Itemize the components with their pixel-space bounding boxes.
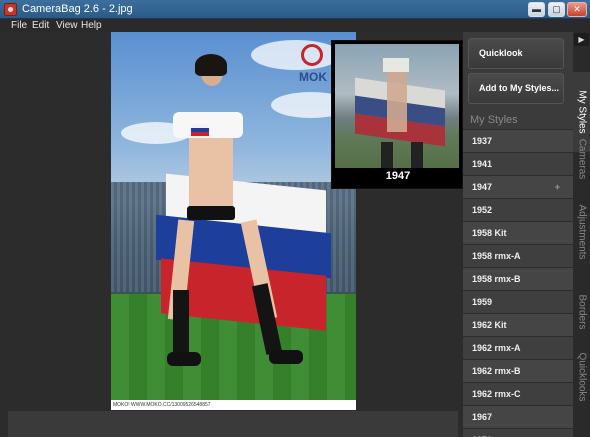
add-to-my-styles-button[interactable]: Add to My Styles...	[468, 73, 564, 104]
preview-thumbnail	[335, 44, 459, 168]
style-item-label: 1962 rmx-B	[472, 366, 521, 376]
tab-adjustments[interactable]: Adjustments	[573, 197, 590, 267]
style-item[interactable]: 1937	[463, 129, 573, 152]
style-item-label: 1962 rmx-A	[472, 343, 521, 353]
menu-view[interactable]: View	[56, 20, 78, 31]
quicklook-button[interactable]: Quicklook	[468, 38, 564, 69]
style-item[interactable]: 1958 Kit	[463, 221, 573, 244]
style-preview: 1947	[331, 40, 463, 189]
add-style-icon[interactable]: +	[555, 176, 560, 198]
title-bar: CameraBag 2.6 - 2.jpg ▬ ▢ ✕	[0, 0, 590, 19]
style-item[interactable]: 1959	[463, 290, 573, 313]
my-styles-heading: My Styles	[470, 114, 518, 126]
tab-borders[interactable]: Borders	[573, 282, 590, 342]
style-item[interactable]: 1947 +	[463, 175, 573, 198]
style-item-label: 1958 rmx-A	[472, 251, 521, 261]
main-photo[interactable]: MOK	[111, 32, 356, 410]
style-item[interactable]: 1962 Kit	[463, 313, 573, 336]
menu-file[interactable]: File	[11, 20, 27, 31]
style-item[interactable]: 1970	[463, 428, 573, 437]
styles-panel: Quicklook Add to My Styles... My Styles …	[463, 32, 573, 437]
maximize-button[interactable]: ▢	[548, 2, 565, 17]
side-tab-strip: ▶ My Styles Cameras Adjustments Borders …	[573, 32, 590, 437]
tab-cameras[interactable]: Cameras	[573, 134, 590, 184]
style-item-label: 1959	[472, 297, 493, 307]
style-item[interactable]: 1952	[463, 198, 573, 221]
style-item[interactable]: 1962 rmx-B	[463, 359, 573, 382]
menu-help[interactable]: Help	[81, 20, 102, 31]
menu-edit[interactable]: Edit	[32, 20, 49, 31]
style-item-label: 1958 Kit	[472, 228, 507, 238]
minimize-button[interactable]: ▬	[528, 2, 545, 17]
collapse-arrow-icon[interactable]: ▶	[574, 33, 589, 46]
style-item[interactable]: 1962 rmx-A	[463, 336, 573, 359]
style-item[interactable]: 1962 rmx-C	[463, 382, 573, 405]
style-item-label: 1962 Kit	[472, 320, 507, 330]
menu-bar: File Edit View Help	[0, 19, 590, 32]
style-item[interactable]: 1958 rmx-B	[463, 267, 573, 290]
preview-label: 1947	[385, 170, 411, 182]
style-item-label: 1952	[472, 205, 493, 215]
photo-watermark: MOK	[299, 70, 327, 84]
close-button[interactable]: ✕	[567, 2, 587, 17]
camerabag-app-icon	[4, 3, 17, 16]
bottom-toolbar	[8, 411, 458, 437]
style-item[interactable]: 1941	[463, 152, 573, 175]
window-title: CameraBag 2.6 - 2.jpg	[22, 3, 133, 15]
style-list: 1937 1941 1947 + 1952 1958 Kit 1958 rmx-A…	[463, 129, 573, 437]
style-item-label: 1947	[472, 182, 493, 192]
photo-caption: MOKO! WWW.MOKO.CC/13009526548857	[111, 400, 356, 410]
tab-quicklooks[interactable]: Quicklooks	[573, 347, 590, 407]
style-item[interactable]: 1958 rmx-A	[463, 244, 573, 267]
style-item-label: 1967	[472, 412, 493, 422]
style-item-label: 1937	[472, 136, 493, 146]
style-item-label: 1958 rmx-B	[472, 274, 521, 284]
moko-logo-icon	[301, 44, 323, 66]
style-item-label: 1941	[472, 159, 493, 169]
style-item-label: 1962 rmx-C	[472, 389, 521, 399]
style-item[interactable]: 1967	[463, 405, 573, 428]
